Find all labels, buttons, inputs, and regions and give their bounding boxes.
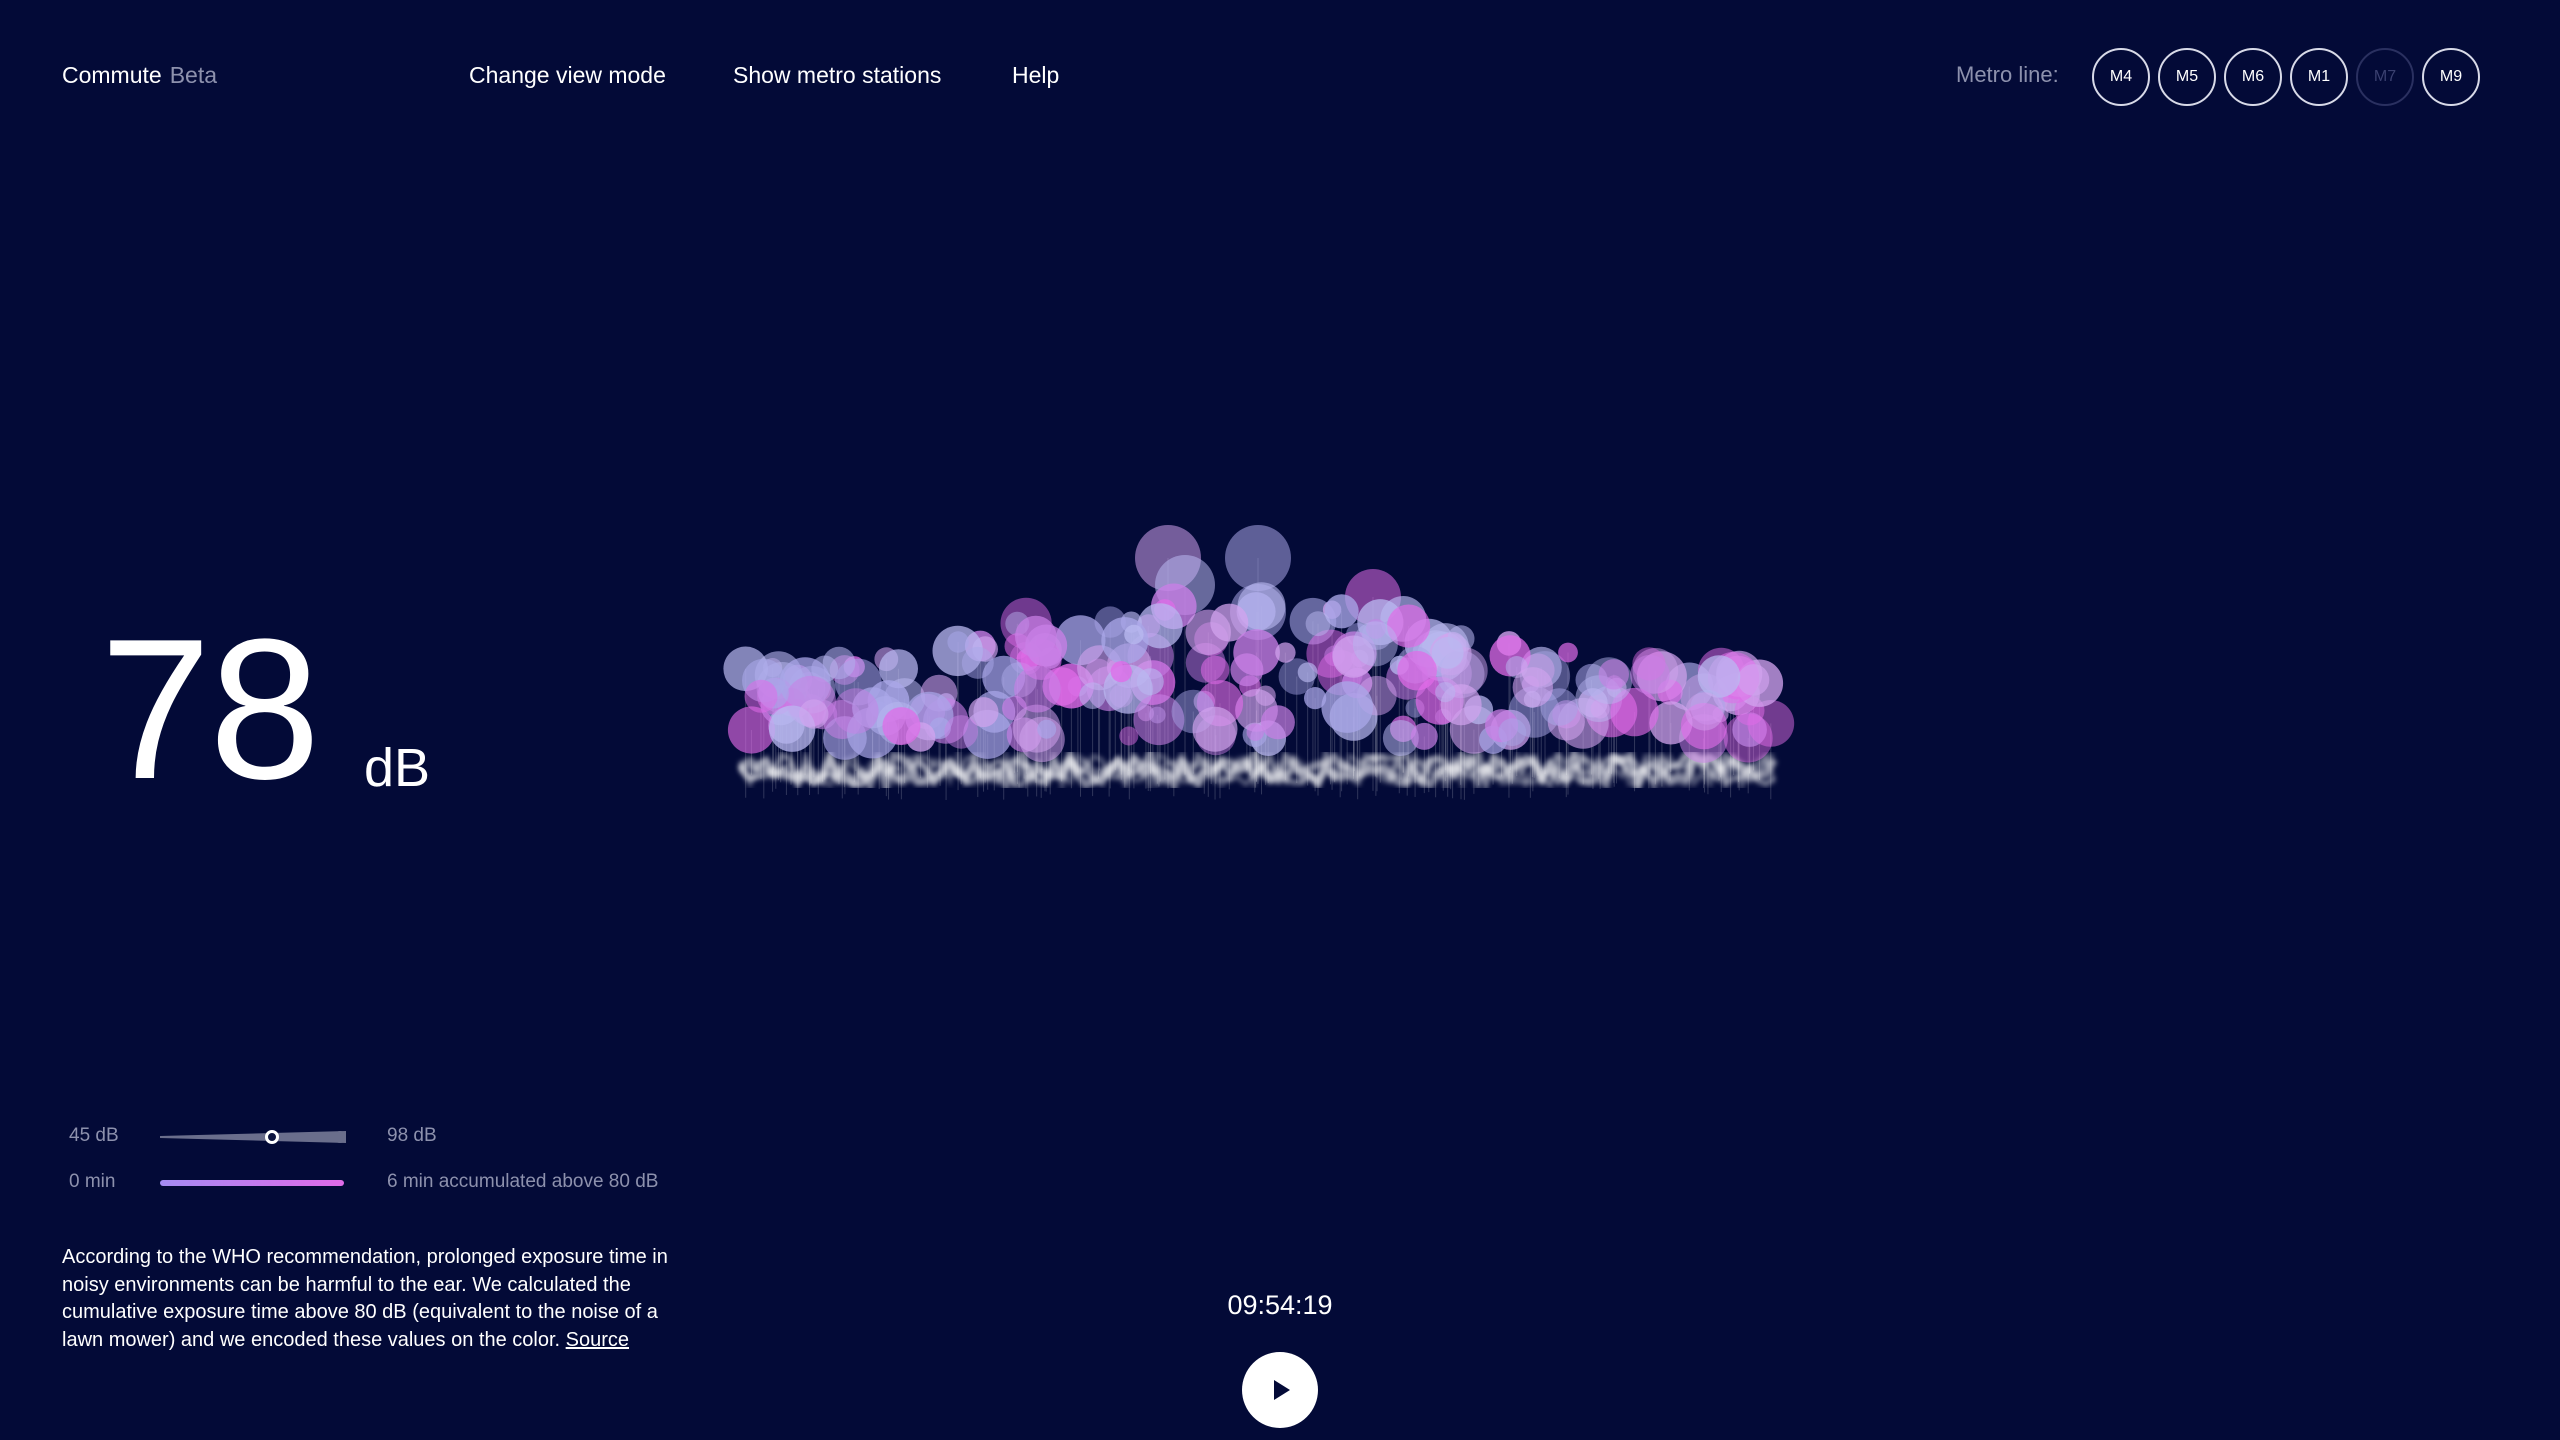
metro-line-m6-button[interactable]: M6 bbox=[2224, 48, 2282, 106]
noise-bubble bbox=[1737, 664, 1770, 696]
noise-bubble bbox=[744, 679, 778, 713]
legend: 45 dB 98 dB 0 min 6 min accumulated abov… bbox=[62, 1118, 762, 1198]
app-brand[interactable]: Commute Beta bbox=[62, 62, 217, 89]
noise-bubble bbox=[1521, 653, 1555, 687]
beta-badge: Beta bbox=[169, 62, 218, 88]
metro-line-label: Metro line: bbox=[1956, 62, 2059, 87]
noise-bubble bbox=[1498, 718, 1527, 747]
noise-level-slider-handle[interactable] bbox=[264, 1130, 279, 1144]
show-metro-stations-link[interactable]: Show metro stations bbox=[733, 62, 941, 89]
legend-exposure-min: 0 min bbox=[69, 1171, 116, 1192]
noise-bubble bbox=[1014, 665, 1061, 713]
legend-level-max: 98 dB bbox=[387, 1125, 437, 1146]
noise-bubble bbox=[1094, 606, 1126, 638]
metro-line-m1-button[interactable]: M1 bbox=[2290, 48, 2348, 106]
slider-wedge-cap bbox=[334, 1131, 346, 1143]
metro-line-m7-button: M7 bbox=[2356, 48, 2414, 106]
noise-level-unit: dB bbox=[364, 738, 431, 798]
noise-bubble bbox=[1039, 647, 1062, 669]
noise-bubble bbox=[1685, 692, 1724, 731]
noise-bubble bbox=[833, 688, 879, 734]
play-button[interactable] bbox=[1242, 1352, 1318, 1428]
noise-bubble bbox=[1185, 609, 1231, 655]
noise-bubble bbox=[727, 706, 776, 754]
noise-bubble bbox=[1079, 682, 1106, 709]
noise-bubble bbox=[1192, 706, 1238, 752]
noise-bubble bbox=[1435, 682, 1456, 703]
top-bar: Commute Beta Change view mode Show metro … bbox=[0, 0, 2560, 156]
metro-line-selector: M4 M5 M6 M1 M7 M9 bbox=[2092, 48, 2480, 106]
noise-bubble bbox=[1397, 650, 1437, 691]
noise-bubble bbox=[1697, 655, 1741, 698]
noise-bubble bbox=[1558, 642, 1578, 663]
metro-line-m4-button[interactable]: M4 bbox=[2092, 48, 2150, 106]
noise-visualization bbox=[723, 525, 1795, 800]
noise-bubble bbox=[1297, 662, 1318, 683]
noise-bubble bbox=[1124, 624, 1144, 645]
exposure-color-scale bbox=[160, 1180, 344, 1186]
noise-reading: 78 dB bbox=[100, 598, 430, 821]
noise-bubble bbox=[1037, 719, 1057, 739]
noise-bubble bbox=[1230, 653, 1264, 687]
noise-bubble bbox=[1110, 661, 1132, 683]
noise-bubble bbox=[1723, 713, 1773, 763]
playback-time: 09:54:19 bbox=[1227, 1290, 1333, 1320]
legend-exposure-text: 6 min accumulated above 80 dB bbox=[387, 1171, 659, 1192]
noise-bubble bbox=[944, 715, 978, 749]
metro-line-m5-button[interactable]: M5 bbox=[2158, 48, 2216, 106]
noise-bubble bbox=[1352, 621, 1398, 667]
noise-bubble bbox=[1260, 705, 1295, 740]
legend-level-min: 45 dB bbox=[69, 1125, 119, 1146]
slider-wedge bbox=[160, 1131, 346, 1143]
noise-bubble bbox=[1225, 525, 1291, 591]
brand-name: Commute bbox=[62, 62, 162, 88]
noise-level-slider-track[interactable] bbox=[160, 1130, 346, 1144]
help-link[interactable]: Help bbox=[1012, 62, 1059, 89]
noise-bubble bbox=[799, 699, 829, 729]
noise-bubble bbox=[1321, 681, 1373, 733]
source-link[interactable]: Source bbox=[566, 1329, 629, 1351]
noise-bubble bbox=[1410, 722, 1438, 750]
noise-level-value: 78 bbox=[100, 598, 320, 821]
noise-bubble bbox=[882, 707, 921, 746]
noise-bubble bbox=[1305, 611, 1331, 637]
noise-bubble bbox=[947, 631, 969, 653]
noise-bubble bbox=[1598, 659, 1629, 690]
play-icon bbox=[1274, 1380, 1290, 1400]
noise-bubble bbox=[1200, 655, 1230, 685]
who-note: According to the WHO recommendation, pro… bbox=[62, 1244, 672, 1354]
metro-line-m9-button[interactable]: M9 bbox=[2422, 48, 2480, 106]
noise-bubble bbox=[1275, 642, 1296, 663]
noise-bubble bbox=[1431, 637, 1464, 669]
noise-bubbles bbox=[723, 525, 1795, 763]
noise-bubble bbox=[1630, 654, 1670, 695]
change-view-mode-link[interactable]: Change view mode bbox=[469, 62, 666, 89]
